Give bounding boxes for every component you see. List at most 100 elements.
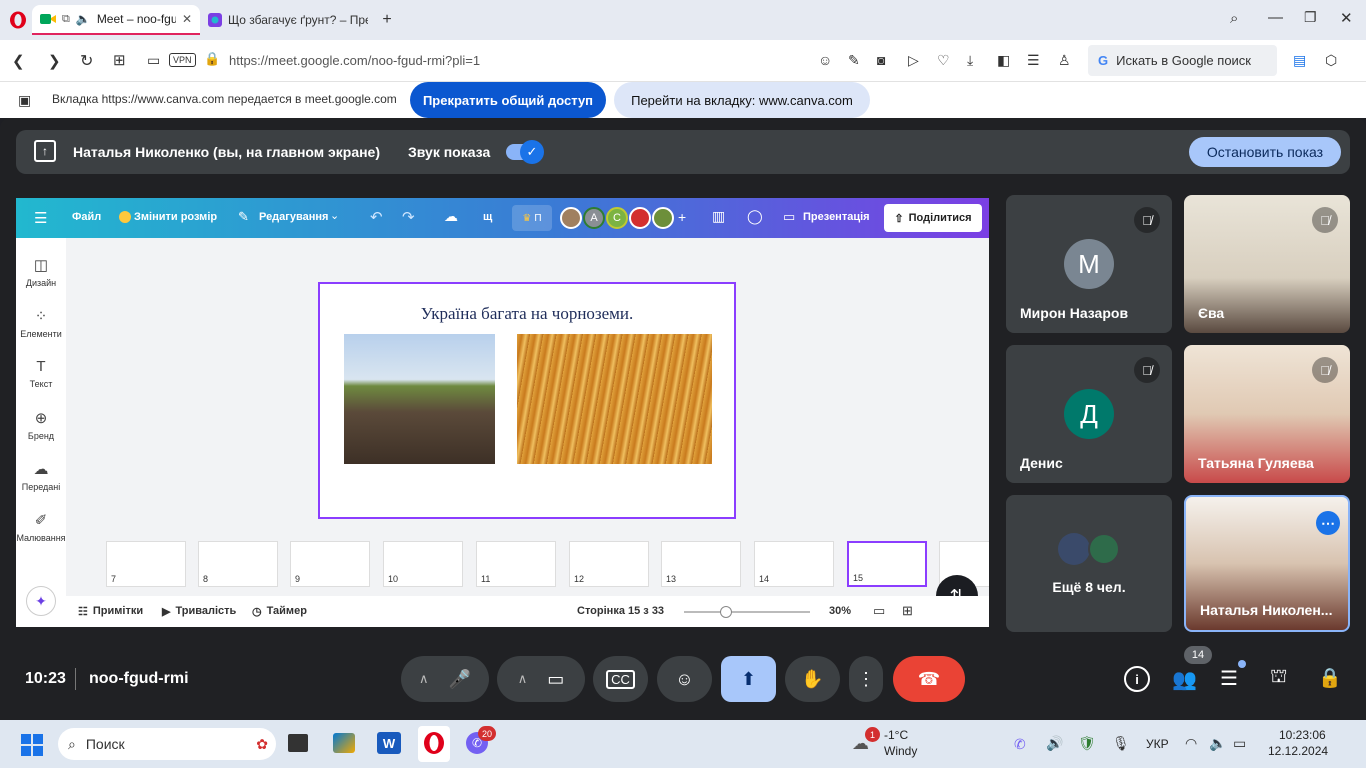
avatar[interactable] xyxy=(560,207,582,229)
sound-toggle[interactable]: ✓ xyxy=(506,140,544,164)
sidebar-item-design[interactable]: ◫ Дизайн xyxy=(16,256,66,288)
slide-thumbnail[interactable]: 14 xyxy=(754,541,834,587)
undo-icon[interactable]: ↶ xyxy=(370,208,383,226)
download-icon[interactable]: ⤓ xyxy=(967,52,973,69)
upgrade-button[interactable]: ♛ П xyxy=(512,205,552,231)
people-icon[interactable]: 👥 xyxy=(1172,667,1197,692)
close-tab-icon[interactable]: ✕ xyxy=(182,12,192,26)
zoom-value[interactable]: 30% xyxy=(829,605,851,617)
redo-icon[interactable]: ↷ xyxy=(402,208,415,226)
stop-sharing-button[interactable]: Прекратить общий доступ xyxy=(410,82,606,118)
mic-icon[interactable]: 🎤 xyxy=(449,669,471,690)
speaker-icon[interactable]: 🔈 xyxy=(76,12,91,26)
notes-button[interactable]: ☷ Примітки xyxy=(78,605,143,618)
avatar[interactable]: А xyxy=(583,207,605,229)
slide-thumbnail[interactable]: 12 xyxy=(569,541,649,587)
menu-file[interactable]: Файл xyxy=(72,211,101,223)
back-icon[interactable]: ❮ xyxy=(12,52,25,70)
sidebar-item-brand[interactable]: ⊕ Бренд xyxy=(16,409,66,441)
task-view-icon[interactable] xyxy=(288,734,308,752)
more-participants-tile[interactable]: Ещё 8 чел. xyxy=(1006,495,1172,632)
clock-time[interactable]: 10:23:06 xyxy=(1279,728,1326,742)
menu-extra[interactable]: щ xyxy=(483,211,492,223)
self-view-tile[interactable]: ⋯ Наталья Николен... xyxy=(1184,495,1350,632)
emoji-icon[interactable]: ☺ xyxy=(818,52,832,68)
taskbar-search-box[interactable]: ⌕ Поиск ✿ xyxy=(58,728,276,760)
avatar[interactable]: С xyxy=(606,207,628,229)
sidebar-item-draw[interactable]: ✐ Малювання xyxy=(16,511,66,543)
speaker-icon[interactable]: 🔈 xyxy=(1209,735,1226,752)
grid-view-icon[interactable]: ⊞ xyxy=(902,603,913,619)
zoom-slider-thumb[interactable] xyxy=(720,606,732,618)
heart-icon[interactable]: ♡ xyxy=(937,52,950,69)
minimize-icon[interactable]: — xyxy=(1268,9,1283,26)
slide-thumbnail[interactable]: 11 xyxy=(476,541,556,587)
volume-tray-icon[interactable]: 🔊 xyxy=(1046,735,1063,752)
tab-canva[interactable]: Що збагачує ґрунт? – Пре xyxy=(200,5,378,35)
avatar[interactable] xyxy=(629,207,651,229)
box-icon[interactable]: ⬡ xyxy=(1325,52,1337,69)
raise-hand-button[interactable]: ✋ xyxy=(785,656,840,702)
participant-tile[interactable]: М 🎙̸ Мирон Назаров xyxy=(1006,195,1172,333)
page-view-icon[interactable]: ▭ xyxy=(873,603,885,619)
chevron-down-icon[interactable]: ⌄ xyxy=(330,209,339,222)
mic-tray-icon[interactable]: 🎙 xyxy=(1112,735,1130,752)
share-button[interactable]: ⇧ Поділитися xyxy=(884,204,982,232)
slide-thumbnail[interactable]: 10 xyxy=(383,541,463,587)
stop-presenting-button[interactable]: Остановить показ xyxy=(1189,137,1341,167)
speed-dial-icon[interactable]: ⊞ xyxy=(113,51,126,69)
word-icon[interactable]: W xyxy=(377,732,401,754)
restore-icon[interactable]: ❐ xyxy=(1304,9,1317,26)
forward-icon[interactable]: ❯ xyxy=(48,52,61,70)
sidebar-item-text[interactable]: T Текст xyxy=(16,358,66,389)
reactions-button[interactable]: ☺ xyxy=(657,656,712,702)
battery-icon[interactable]: ▭ xyxy=(1233,735,1246,752)
slide-thumbnail[interactable]: 9 xyxy=(290,541,370,587)
slide-title[interactable]: Україна багата на чорноземи. xyxy=(320,304,734,324)
timer-button[interactable]: ◷ Таймер xyxy=(252,605,307,618)
participant-tile[interactable]: 🎙̸ Татьяна Гуляева xyxy=(1184,345,1350,483)
language-indicator[interactable]: УКР xyxy=(1146,737,1169,751)
picture-in-picture-icon[interactable]: ⧉ xyxy=(62,13,70,26)
lock-icon[interactable]: 🔒 xyxy=(204,51,220,67)
profile-icon[interactable]: ♙ xyxy=(1058,52,1071,69)
add-collaborator-icon[interactable]: + xyxy=(678,209,686,225)
analytics-icon[interactable]: ▥ xyxy=(712,208,725,225)
viber-tray-icon[interactable]: ✆ xyxy=(1014,736,1026,753)
snapshot-icon[interactable]: ◙ xyxy=(877,52,885,68)
captions-button[interactable]: CC xyxy=(593,656,648,702)
slide-thumbnail[interactable]: 13 xyxy=(661,541,741,587)
wheat-image[interactable] xyxy=(517,334,712,464)
send-icon[interactable]: ▷ xyxy=(908,52,919,69)
leave-call-button[interactable]: ☎ xyxy=(893,656,965,702)
slide-thumbnail-active[interactable]: 15 xyxy=(847,541,927,587)
windows-start-icon[interactable] xyxy=(21,734,43,756)
field-image[interactable] xyxy=(344,334,495,464)
present-now-button[interactable]: ⬆ xyxy=(721,656,776,702)
present-button[interactable]: Презентація xyxy=(803,211,870,223)
comment-icon[interactable]: ◯ xyxy=(747,208,763,225)
slide-canvas[interactable]: Україна багата на чорноземи. xyxy=(318,282,736,519)
security-icon[interactable]: 🛡 xyxy=(1078,735,1096,752)
camera-icon[interactable]: ▭ xyxy=(547,669,564,690)
go-to-tab-button[interactable]: Перейти на вкладку: www.canva.com xyxy=(614,82,870,118)
cloud-save-icon[interactable]: ☁ xyxy=(444,208,458,225)
slide-thumbnail[interactable]: 7 xyxy=(106,541,186,587)
sidebar-toggle-icon[interactable]: ◧ xyxy=(997,52,1010,69)
reload-icon[interactable]: ↻ xyxy=(80,51,93,71)
url-text[interactable]: https://meet.google.com/noo-fgud-rmi?pli… xyxy=(229,53,480,68)
camera-icon[interactable]: ▭ xyxy=(147,52,160,69)
magic-icon[interactable]: ✦ xyxy=(26,586,56,616)
wifi-icon[interactable]: ◠ xyxy=(1185,735,1197,752)
menu-edit[interactable]: Редагування xyxy=(259,211,328,223)
menu-icon[interactable]: ☰ xyxy=(34,209,47,227)
chevron-up-icon[interactable]: ∧ xyxy=(419,671,429,687)
google-search-box[interactable]: G Искать в Google поиск xyxy=(1088,45,1277,76)
chevron-up-icon[interactable]: ∧ xyxy=(518,671,528,687)
participant-tile[interactable]: 🎙̸ Єва xyxy=(1184,195,1350,333)
edit-icon[interactable]: ✎ xyxy=(848,52,860,69)
chat-icon[interactable]: ☰ xyxy=(1220,666,1238,691)
more-options-icon[interactable]: ⋯ xyxy=(1316,511,1340,535)
new-tab-icon[interactable]: + xyxy=(378,11,396,29)
sidebar-item-elements[interactable]: ⁘ Елементи xyxy=(16,307,66,339)
